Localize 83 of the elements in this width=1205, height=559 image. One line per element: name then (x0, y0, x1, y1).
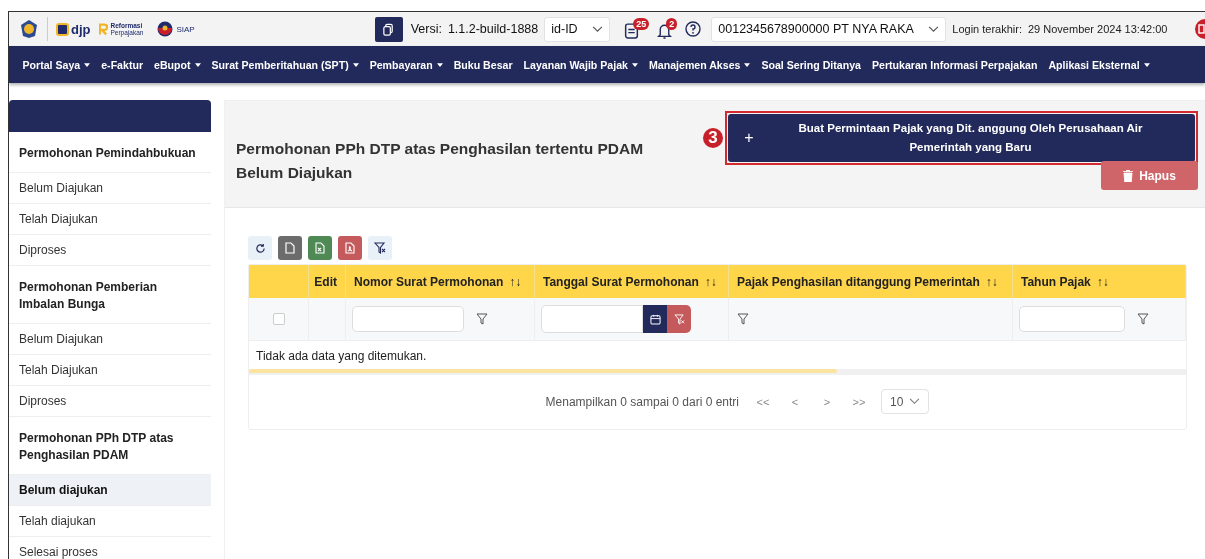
notification-count: 25 (633, 18, 650, 30)
sidebar-item[interactable]: Telah diajukan (9, 506, 211, 537)
clear-filter-icon (374, 242, 386, 254)
chevron-down-icon (909, 398, 921, 405)
export-excel-button[interactable] (308, 236, 332, 260)
last-login-time: 29 November 2024 13:42:00 (1028, 23, 1168, 35)
filter-icon[interactable] (737, 313, 749, 325)
last-page-button[interactable]: >> (845, 394, 874, 409)
file-icon (285, 242, 295, 254)
copy-button[interactable] (374, 16, 403, 42)
sidebar-item[interactable]: Diproses (9, 386, 211, 417)
previous-page-button[interactable]: < (781, 394, 810, 409)
delete-button[interactable]: Hapus (1101, 161, 1198, 190)
sidebar-group-title: Permohonan Pemindahbukuan (9, 132, 211, 173)
copy-icon (382, 22, 396, 36)
last-login-label: Login terakhir: (952, 23, 1022, 35)
excel-file-icon (315, 242, 325, 254)
version-number: 1.1.2-build-1888 (447, 22, 539, 36)
next-page-button[interactable]: > (813, 394, 842, 409)
page-size-select[interactable]: 10 (881, 389, 930, 414)
nav-menu-item[interactable]: Layanan Wajib Pajak (518, 58, 644, 71)
sidebar-item[interactable]: Selesai proses (9, 537, 211, 559)
create-button[interactable]: + Buat Permintaan Pajak yang Dit. anggung Oleh Perusahaan Air Pemerintah yang Baru (728, 114, 1195, 162)
refresh-icon (254, 242, 266, 254)
version-label: Versi: (410, 22, 442, 36)
nav-menu-item[interactable]: Pembayaran (364, 58, 449, 71)
filter-input[interactable] (1019, 306, 1125, 332)
nav-menu-item[interactable]: Soal Sering Ditanya (755, 58, 867, 71)
clear-filter-icon (673, 313, 685, 325)
siap-logo: SIAP (157, 21, 195, 37)
sort-icon[interactable]: ↑↓ (509, 274, 522, 289)
pagination-summary: Menampilkan 0 sampai 0 dari 0 entri (545, 394, 740, 409)
taxpayer-select[interactable]: 0012345678900000 PT NYA RAKA (711, 16, 947, 42)
nav-menu-item[interactable]: Pertukaran Informasi Perpajakan (866, 58, 1043, 71)
filter-icon[interactable] (1137, 313, 1149, 325)
column-title: Tanggal Surat Permohonan (543, 274, 699, 289)
sort-icon[interactable]: ↑↓ (1096, 274, 1109, 289)
step-marker: 3 (703, 128, 723, 148)
refresh-button[interactable] (248, 236, 272, 260)
filter-icon[interactable] (476, 313, 488, 325)
first-page-button[interactable]: << (749, 394, 778, 409)
column-title: Tahun Pajak (1021, 274, 1091, 289)
emblem-icon (19, 19, 39, 39)
djp-logo: djp (56, 21, 91, 37)
logout-icon[interactable] (1195, 19, 1205, 39)
language-select[interactable]: id-ID (544, 16, 611, 42)
clear-filter-button[interactable] (368, 236, 392, 260)
nav-menu-item[interactable]: e-Faktur (95, 58, 149, 71)
sidebar-item[interactable]: Telah Diajukan (9, 204, 211, 235)
sidebar-group-title: Permohonan Pemberian Imbalan Bunga (9, 266, 211, 324)
scrollbar-thumb[interactable] (249, 369, 837, 373)
date-filter-input[interactable] (541, 305, 643, 333)
help-icon[interactable] (685, 21, 702, 37)
page-title: Permohonan PPh DTP atas Penghasilan tertentu PDAM Belum Diajukan (236, 139, 645, 183)
select-all-checkbox[interactable] (272, 313, 285, 325)
sort-icon[interactable]: ↑↓ (704, 274, 717, 289)
sidebar-item[interactable]: Belum Diajukan (9, 324, 211, 355)
column-title: Pajak Penghasilan ditanggung Pemerintah (737, 274, 980, 289)
sidebar-item[interactable]: Belum Diajukan (9, 173, 211, 204)
filter-input[interactable] (352, 306, 464, 332)
export-pdf-button[interactable] (338, 236, 362, 260)
column-title: Nomor Surat Permohonan (354, 274, 504, 289)
sidebar-item[interactable]: Belum diajukan (9, 475, 211, 506)
nav-menu-item[interactable]: Aplikasi Eksternal (1042, 58, 1156, 71)
chevron-down-icon (592, 25, 604, 33)
pdf-file-icon (345, 242, 355, 254)
notification-count: 2 (666, 18, 678, 30)
calendar-button[interactable] (643, 305, 667, 333)
nav-menu-item[interactable]: Portal Saya (17, 58, 96, 71)
nav-menu-item[interactable]: eBupot (148, 58, 206, 71)
sort-icon[interactable]: ↑↓ (985, 274, 998, 289)
nav-menu-item[interactable]: Manajemen Akses (643, 58, 756, 71)
chevron-down-icon (928, 25, 940, 33)
column-title: Edit (314, 274, 337, 289)
calendar-icon (649, 313, 661, 325)
trash-icon (1123, 169, 1134, 182)
nav-menu-item[interactable]: Buku Besar (448, 58, 519, 71)
bell-icon[interactable] (657, 22, 673, 39)
sidebar-item[interactable]: Telah Diajukan (9, 355, 211, 386)
sidebar-item[interactable]: Diproses (9, 235, 211, 266)
export-file-button[interactable] (278, 236, 302, 260)
empty-table-message: Tidak ada data yang ditemukan. (255, 348, 428, 365)
nav-menu-item[interactable]: Surat Pemberitahuan (SPT) (206, 58, 365, 71)
